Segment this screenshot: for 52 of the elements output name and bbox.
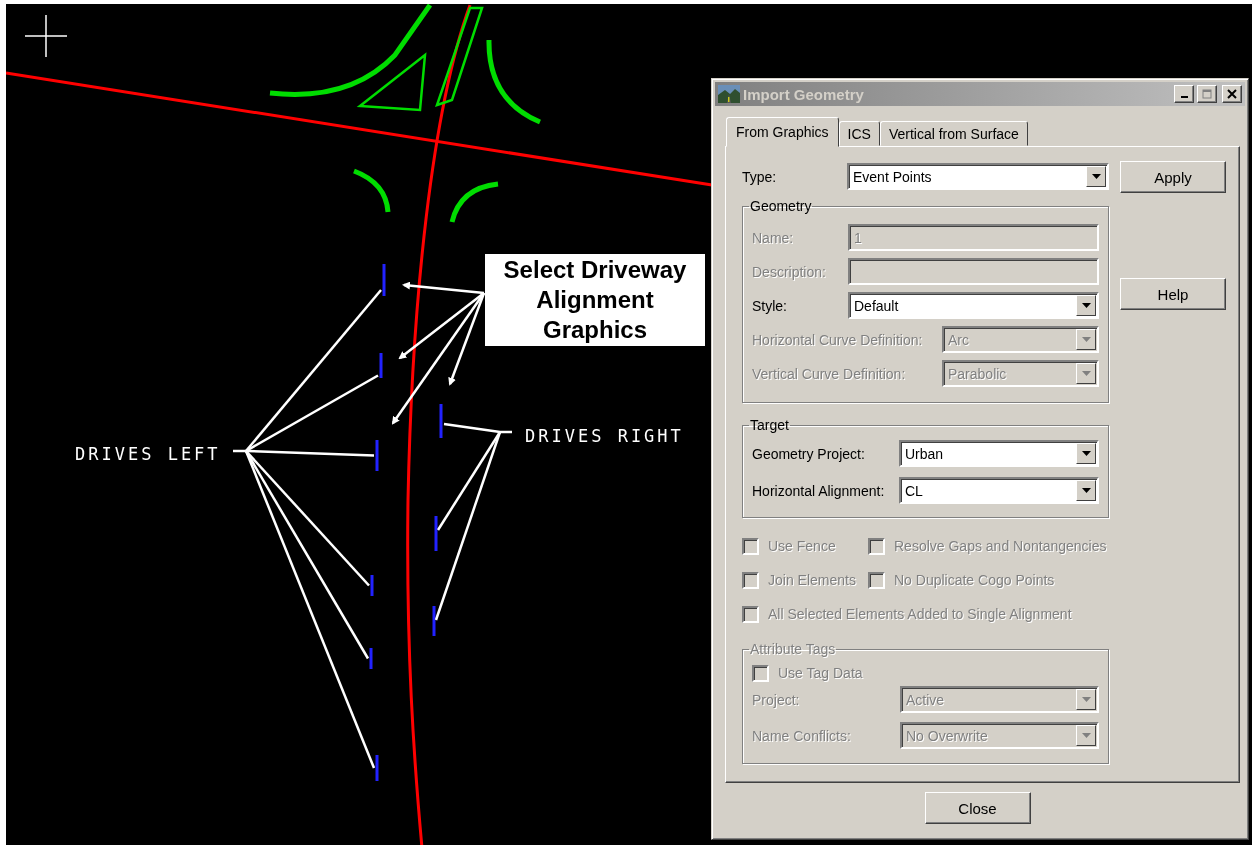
caret-icon xyxy=(1081,488,1091,493)
dialog-button[interactable]: Apply xyxy=(1120,161,1226,193)
tab[interactable]: ICS xyxy=(838,121,880,146)
window-title: Import Geometry xyxy=(743,85,865,103)
field-label: Description: xyxy=(752,263,827,280)
minimize-button[interactable] xyxy=(1174,85,1194,103)
caret-icon xyxy=(1081,337,1091,342)
dropdown[interactable]: Default xyxy=(848,292,1099,319)
caret-icon xyxy=(1081,371,1091,376)
driveway-mark xyxy=(370,575,374,596)
caret-icon xyxy=(1081,303,1091,308)
app-icon xyxy=(718,85,740,103)
maximize-icon xyxy=(1202,89,1212,99)
driveway-mark xyxy=(432,606,436,636)
field-label: Horizontal Curve Definition: xyxy=(752,331,924,348)
driveway-mark xyxy=(375,440,379,471)
group-label: Attribute Tags xyxy=(749,641,837,657)
field-label: Name: xyxy=(752,229,795,246)
dialog-button[interactable]: Help xyxy=(1120,278,1226,310)
driveway-mark xyxy=(382,264,386,296)
minimize-icon xyxy=(1180,96,1188,98)
maximize-button[interactable] xyxy=(1197,85,1217,103)
driveway-mark xyxy=(434,516,438,551)
driveway-mark xyxy=(369,648,373,669)
caret-icon xyxy=(1081,451,1091,456)
drives-left-label: DRIVES LEFT xyxy=(75,444,221,464)
group-label: Geometry xyxy=(749,198,813,214)
field-label: Style: xyxy=(752,297,788,314)
dropdown[interactable]: CL xyxy=(899,477,1099,504)
dropdown[interactable]: Urban xyxy=(899,440,1099,467)
field-label: Geometry Project: xyxy=(752,445,866,462)
caret-icon xyxy=(1081,697,1091,702)
field-label: Vertical Curve Definition: xyxy=(752,365,907,382)
tab[interactable]: Vertical from Surface xyxy=(879,121,1028,146)
caret-icon xyxy=(1081,733,1091,738)
field-label: Type: xyxy=(742,168,778,185)
crosshair-icon xyxy=(24,14,68,58)
field-label: Horizontal Alignment: xyxy=(752,482,886,499)
callout-label: Select Driveway Alignment Graphics xyxy=(485,254,705,346)
caret-icon xyxy=(1091,174,1101,179)
group-label: Target xyxy=(749,417,790,433)
driveway-mark xyxy=(375,755,379,781)
close-icon xyxy=(1227,89,1237,99)
driveway-mark xyxy=(379,353,383,378)
dropdown[interactable]: Event Points xyxy=(847,163,1109,190)
close-button[interactable] xyxy=(1222,85,1242,103)
close-dialog-button[interactable]: Close xyxy=(924,792,1031,824)
drives-right-label: DRIVES RIGHT xyxy=(525,426,684,446)
tab[interactable]: From Graphics xyxy=(726,117,839,147)
driveway-mark xyxy=(439,404,443,438)
field-label: Name Conflicts: xyxy=(752,727,852,744)
field-label: Project: xyxy=(752,691,801,708)
